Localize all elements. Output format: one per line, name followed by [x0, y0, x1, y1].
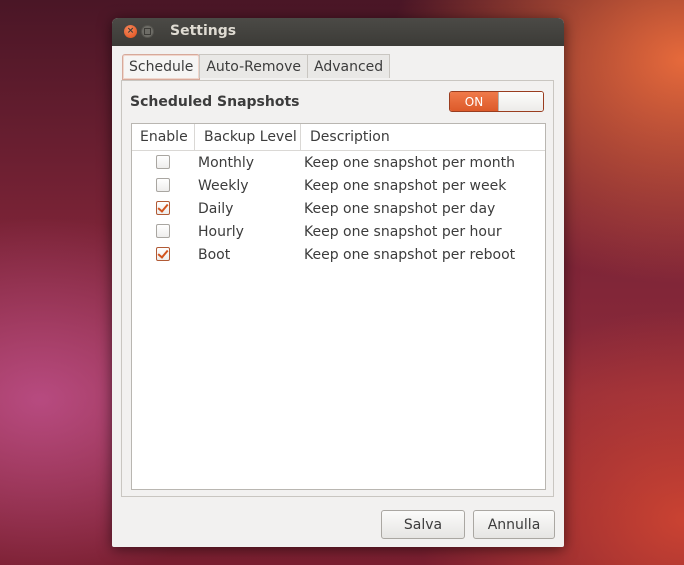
scheduled-snapshots-toggle[interactable]: ON	[449, 91, 544, 112]
tab-advanced[interactable]: Advanced	[306, 54, 391, 78]
column-header-backup-level[interactable]: Backup Level	[195, 124, 301, 150]
tab-auto-remove[interactable]: Auto-Remove	[199, 54, 308, 78]
description-cell: Keep one snapshot per day	[304, 200, 496, 217]
backup-level-cell: Hourly	[198, 223, 244, 240]
column-header-description[interactable]: Description	[301, 124, 390, 150]
column-header-enable[interactable]: Enable	[132, 124, 195, 150]
close-icon: ×	[126, 26, 135, 36]
backup-level-cell: Daily	[198, 200, 234, 217]
title-bar: × Settings	[112, 18, 564, 46]
enable-checkbox[interactable]	[156, 155, 170, 169]
tab-bar: Schedule Auto-Remove Advanced	[122, 54, 391, 80]
backup-level-cell: Monthly	[198, 154, 255, 171]
table-row[interactable]: Daily Keep one snapshot per day	[132, 197, 545, 220]
schedule-panel: Scheduled Snapshots ON Enable Backup Lev…	[121, 80, 554, 497]
table-row[interactable]: Boot Keep one snapshot per reboot	[132, 243, 545, 266]
toggle-on-label: ON	[450, 92, 498, 111]
list-header: Enable Backup Level Description	[132, 124, 545, 151]
description-cell: Keep one snapshot per hour	[304, 223, 502, 240]
close-button[interactable]: ×	[124, 25, 137, 38]
table-row[interactable]: Hourly Keep one snapshot per hour	[132, 220, 545, 243]
table-row[interactable]: Weekly Keep one snapshot per week	[132, 174, 545, 197]
cancel-button[interactable]: Annulla	[473, 510, 555, 539]
enable-checkbox[interactable]	[156, 201, 170, 215]
enable-checkbox[interactable]	[156, 247, 170, 261]
description-cell: Keep one snapshot per month	[304, 154, 515, 171]
description-cell: Keep one snapshot per week	[304, 177, 507, 194]
enable-checkbox[interactable]	[156, 224, 170, 238]
maximize-icon	[144, 28, 151, 35]
save-button[interactable]: Salva	[381, 510, 465, 539]
enable-checkbox[interactable]	[156, 178, 170, 192]
description-cell: Keep one snapshot per reboot	[304, 246, 516, 263]
tab-schedule[interactable]: Schedule	[122, 54, 201, 80]
schedule-list: Enable Backup Level Description Monthly …	[131, 123, 546, 490]
table-row[interactable]: Monthly Keep one snapshot per month	[132, 151, 545, 174]
toggle-knob[interactable]	[498, 92, 543, 111]
section-title: Scheduled Snapshots	[130, 94, 300, 110]
settings-window: × Settings Schedule Auto-Remove Advanced…	[112, 18, 564, 547]
backup-level-cell: Weekly	[198, 177, 249, 194]
backup-level-cell: Boot	[198, 246, 231, 263]
maximize-button[interactable]	[141, 25, 154, 38]
window-title: Settings	[170, 23, 237, 39]
